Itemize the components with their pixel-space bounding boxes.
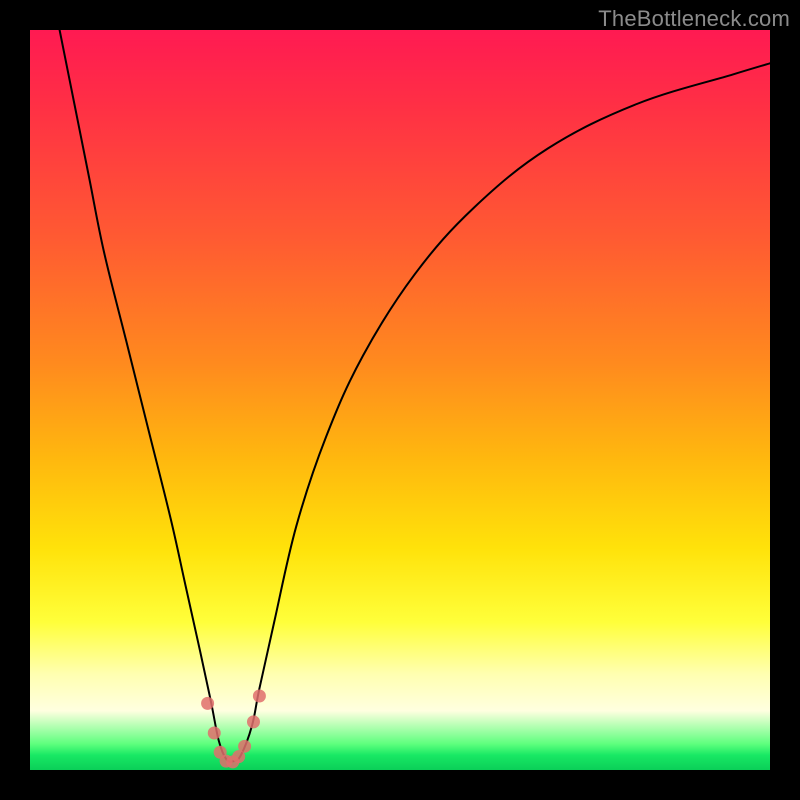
chart-frame: TheBottleneck.com (0, 0, 800, 800)
highlight-dot (253, 690, 266, 703)
highlight-dot (238, 740, 251, 753)
highlight-dot (208, 727, 221, 740)
plot-area (30, 30, 770, 770)
highlight-dot (247, 715, 260, 728)
curve-layer (30, 30, 770, 770)
highlight-dot (201, 697, 214, 710)
attribution-text: TheBottleneck.com (598, 6, 790, 32)
bottleneck-curve (60, 30, 770, 762)
